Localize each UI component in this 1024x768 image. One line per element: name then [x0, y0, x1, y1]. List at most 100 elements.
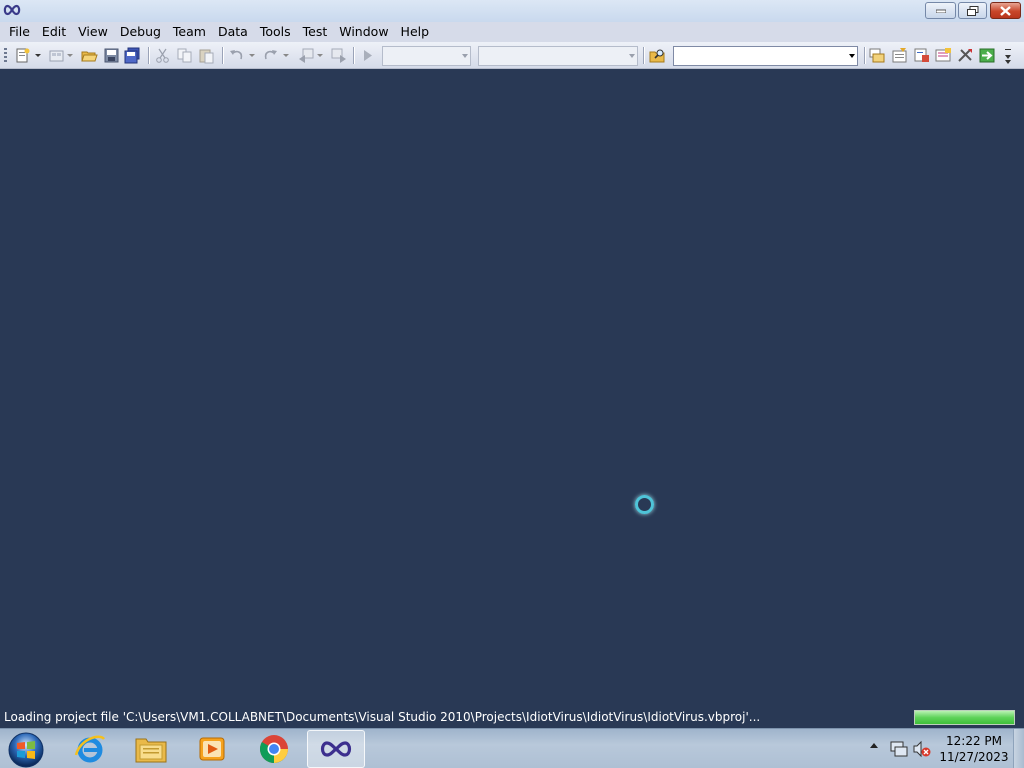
save-button[interactable] [103, 47, 120, 64]
open-file-icon [81, 51, 98, 62]
start-debugging-icon [364, 50, 372, 61]
new-project-button[interactable] [14, 47, 31, 64]
save-all-button[interactable] [124, 47, 141, 64]
loading-spinner-icon [635, 495, 654, 514]
chevron-down-icon [283, 53, 289, 57]
extension-manager-button[interactable] [979, 47, 996, 64]
taskbar-chrome[interactable] [245, 730, 303, 768]
show-desktop-button[interactable] [1013, 729, 1024, 768]
start-debugging-button[interactable] [359, 47, 376, 64]
volume-muted-icon[interactable] [913, 740, 931, 758]
status-progress-fill [915, 711, 1014, 724]
taskbar-internet-explorer[interactable] [61, 730, 119, 768]
paste-icon [199, 49, 214, 64]
toolbar-grip[interactable] [4, 48, 7, 64]
status-bar: Loading project file 'C:\Users\VM1.COLLA… [0, 706, 1024, 728]
standard-toolbar [0, 42, 1024, 69]
paste-button[interactable] [198, 47, 215, 64]
chevron-down-icon [317, 53, 323, 57]
properties-button[interactable] [891, 47, 908, 64]
status-progress-bar [914, 710, 1015, 725]
class-view-icon [935, 48, 951, 62]
windows-start-icon[interactable] [7, 731, 45, 768]
chevron-down-icon [67, 53, 73, 57]
toolbar-overflow-button[interactable] [1001, 47, 1015, 64]
open-file-button[interactable] [81, 47, 98, 64]
chevron-down-icon [462, 54, 468, 58]
menu-file[interactable]: File [3, 22, 36, 42]
clock-time: 12:22 PM [946, 734, 1002, 748]
menu-team[interactable]: Team [167, 22, 212, 42]
navigate-backward-dropdown[interactable] [316, 47, 324, 64]
windows-explorer-icon [135, 738, 167, 763]
undo-button[interactable] [228, 47, 245, 64]
menu-bar: File Edit View Debug Team Data Tools Tes… [0, 22, 1024, 42]
redo-button[interactable] [262, 47, 279, 64]
navigate-forward-button[interactable] [330, 47, 347, 64]
clock-date: 11/27/2023 [939, 750, 1009, 764]
solution-explorer-icon [869, 48, 885, 63]
add-item-button[interactable] [48, 47, 65, 64]
cut-button[interactable] [154, 47, 171, 64]
menu-data[interactable]: Data [212, 22, 254, 42]
system-clock[interactable]: 12:22 PM 11/27/2023 [935, 733, 1013, 765]
find-in-files-icon [649, 49, 665, 63]
media-player-icon [199, 737, 225, 761]
undo-icon [230, 50, 243, 60]
cut-icon [156, 48, 169, 63]
menu-view[interactable]: View [72, 22, 114, 42]
close-icon [1000, 5, 1011, 16]
chevron-down-icon [35, 53, 41, 57]
menu-debug[interactable]: Debug [114, 22, 167, 42]
undo-dropdown[interactable] [248, 47, 256, 64]
class-view-button[interactable] [935, 47, 952, 64]
taskbar-media-player[interactable] [183, 730, 241, 768]
new-project-dropdown[interactable] [34, 47, 42, 64]
add-item-dropdown[interactable] [66, 47, 74, 64]
toolbar-separator [148, 47, 149, 64]
toolbox-icon [958, 49, 972, 62]
chevron-down-icon [849, 54, 855, 58]
chevron-down-icon [249, 53, 255, 57]
toolbar-separator [864, 47, 865, 64]
copy-button[interactable] [176, 47, 193, 64]
redo-dropdown[interactable] [282, 47, 290, 64]
save-all-icon [124, 47, 140, 64]
redo-icon [264, 50, 277, 60]
add-item-icon [49, 50, 64, 62]
title-bar[interactable] [0, 0, 1024, 22]
network-icon[interactable] [890, 740, 908, 758]
new-project-icon [16, 48, 30, 63]
toolbox-button[interactable] [957, 47, 974, 64]
solution-platforms-dropdown[interactable] [478, 46, 638, 66]
object-browser-icon [914, 48, 929, 62]
chrome-icon [260, 735, 288, 763]
object-browser-button[interactable] [913, 47, 930, 64]
copy-icon [177, 48, 192, 63]
find-input[interactable] [673, 46, 858, 66]
menu-window[interactable]: Window [333, 22, 394, 42]
close-button[interactable] [990, 2, 1021, 19]
navigate-backward-button[interactable] [298, 47, 315, 64]
status-text: Loading project file 'C:\Users\VM1.COLLA… [4, 710, 761, 724]
menu-tools[interactable]: Tools [254, 22, 297, 42]
toolbar-separator [353, 47, 354, 64]
restore-icon [966, 5, 978, 16]
restore-button[interactable] [958, 2, 987, 19]
internet-explorer-icon [74, 735, 106, 763]
menu-help[interactable]: Help [395, 22, 436, 42]
minimize-button[interactable] [925, 2, 956, 19]
taskbar-visual-studio[interactable] [307, 730, 365, 768]
visual-studio-icon [320, 741, 352, 757]
find-in-files-button[interactable] [649, 47, 666, 64]
chevron-down-icon [1005, 49, 1011, 64]
solution-configurations-dropdown[interactable] [382, 46, 471, 66]
taskbar-windows-explorer[interactable] [122, 730, 180, 768]
navigate-backward-icon [299, 48, 314, 63]
menu-edit[interactable]: Edit [36, 22, 72, 42]
show-hidden-icons-icon[interactable] [870, 743, 878, 748]
extension-manager-icon [979, 48, 995, 63]
solution-explorer-button[interactable] [869, 47, 886, 64]
properties-icon [892, 48, 907, 63]
menu-test[interactable]: Test [297, 22, 334, 42]
